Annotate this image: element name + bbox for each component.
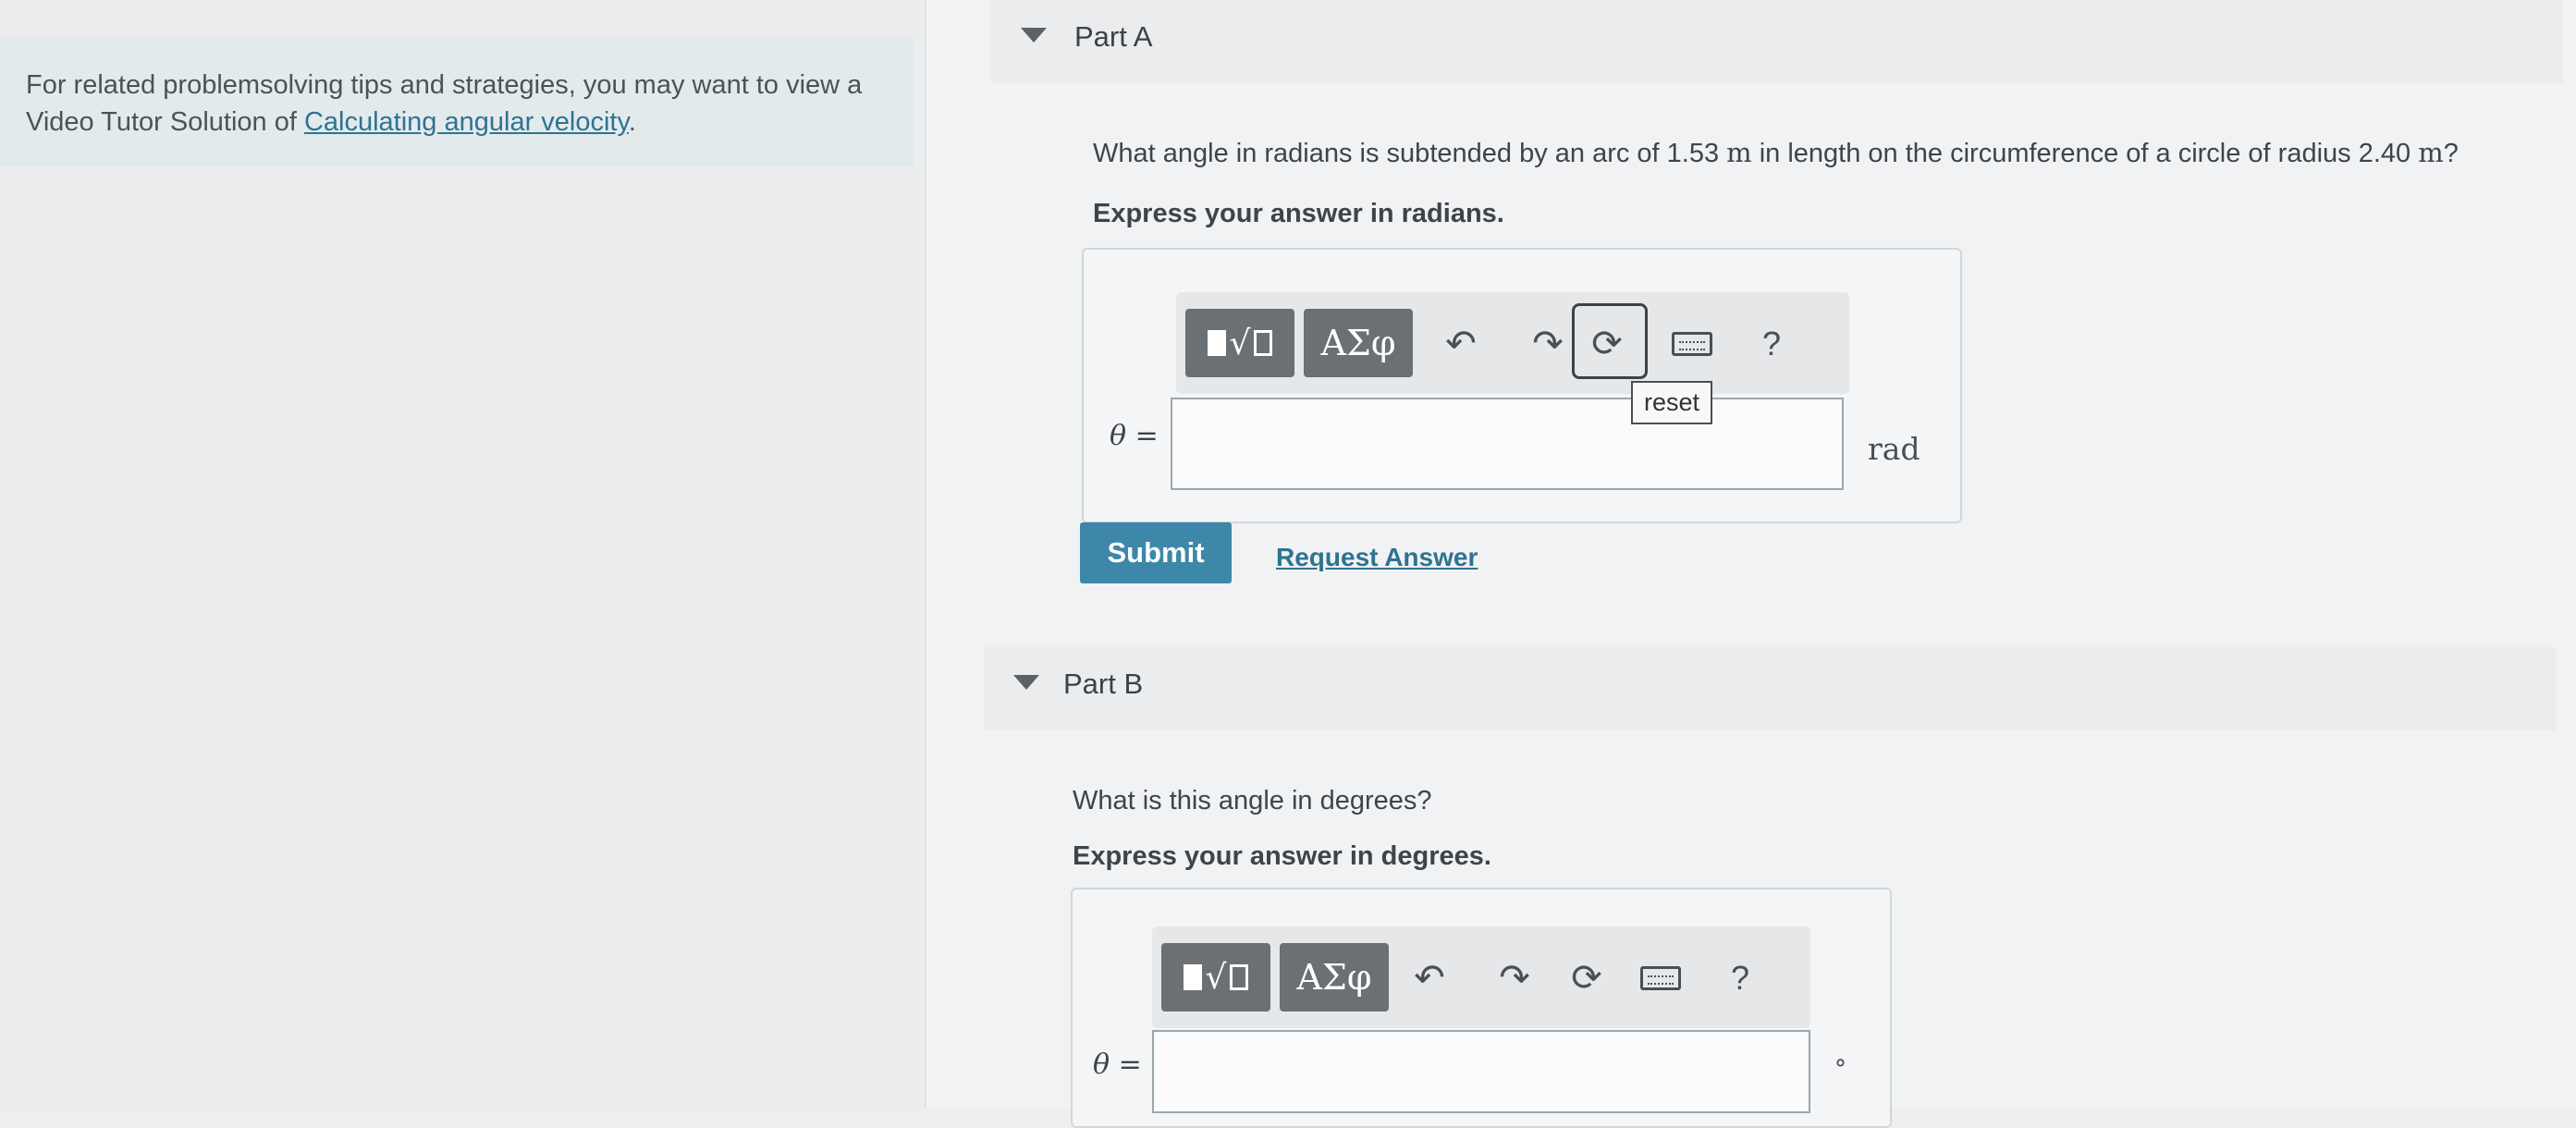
part-b-title: Part B: [1063, 668, 1144, 700]
templates-button[interactable]: √: [1185, 309, 1294, 377]
redo-icon[interactable]: ↷: [1487, 950, 1542, 1006]
main-content: Part A What angle in radians is subtende…: [926, 0, 2576, 1128]
help-button-b[interactable]: ?: [1712, 950, 1768, 1006]
templates-button-b[interactable]: √: [1161, 943, 1270, 1012]
part-a-title: Part A: [1074, 20, 1153, 53]
question-end: ?: [2443, 139, 2459, 168]
undo-icon[interactable]: ↶: [1433, 316, 1489, 372]
redo-icon[interactable]: ↷: [1520, 316, 1576, 372]
undo-icon[interactable]: ↶: [1402, 950, 1457, 1006]
tip-box: For related problemsolving tips and stra…: [0, 37, 914, 166]
part-a-question: What angle in radians is subtended by an…: [1093, 137, 2459, 169]
collapse-caret-icon[interactable]: [1021, 28, 1047, 43]
part-a-unit: rad: [1868, 431, 1920, 467]
unit-m-2: m: [2418, 137, 2444, 168]
submit-label: Submit: [1107, 536, 1205, 569]
part-a-toolbar: √ ΑΣφ ↶ ↷ ⟳ ?: [1176, 292, 1849, 394]
help-label: ?: [1761, 325, 1782, 362]
question-text-2: in length on the circumference of a circ…: [1751, 139, 2419, 168]
part-b-question: What is this angle in degrees?: [1073, 786, 1432, 815]
reset-icon[interactable]: ⟳: [1559, 950, 1614, 1006]
collapse-caret-icon[interactable]: [1013, 675, 1039, 690]
unit-m: m: [1726, 137, 1752, 168]
keyboard-icon[interactable]: [1633, 950, 1688, 1006]
greek-symbols-button[interactable]: ΑΣφ: [1304, 309, 1413, 377]
keyboard-icon[interactable]: [1664, 316, 1720, 372]
fraction-root-icon: √: [1207, 325, 1273, 362]
help-button[interactable]: ?: [1744, 316, 1799, 372]
equals-sign-b: =: [1110, 1048, 1142, 1081]
part-b-toolbar: √ ΑΣφ ↶ ↷ ⟳ ?: [1152, 926, 1810, 1028]
video-tutor-link[interactable]: Calculating angular velocity: [304, 107, 629, 137]
part-a-variable: θ =: [1110, 420, 1159, 452]
reset-icon: ⟳: [1591, 324, 1623, 364]
part-a-answer-input[interactable]: [1171, 398, 1844, 490]
request-answer-link[interactable]: Request Answer: [1276, 543, 1478, 572]
equals-sign: =: [1126, 420, 1159, 452]
fraction-root-icon: √: [1183, 959, 1249, 997]
reset-tooltip: reset: [1631, 381, 1713, 424]
theta-symbol: θ: [1110, 420, 1127, 452]
left-panel: For related problemsolving tips and stra…: [0, 0, 925, 1109]
part-b-unit: °: [1834, 1056, 1846, 1084]
part-b-answer-box: √ ΑΣφ ↶ ↷ ⟳ ? θ = °: [1071, 888, 1892, 1128]
part-a-instruction: Express your answer in radians.: [1093, 199, 1504, 228]
question-text-1: What angle in radians is subtended by an…: [1093, 139, 1727, 168]
tip-suffix: .: [628, 107, 636, 137]
part-b-instruction: Express your answer in degrees.: [1073, 841, 1491, 871]
greek-symbols-button-b[interactable]: ΑΣφ: [1280, 943, 1389, 1012]
part-b-header[interactable]: Part B: [984, 647, 2556, 730]
part-b-variable: θ =: [1093, 1048, 1142, 1081]
greek-label: ΑΣφ: [1320, 323, 1396, 363]
part-a-header[interactable]: Part A: [991, 0, 2563, 83]
greek-label-b: ΑΣφ: [1296, 957, 1372, 998]
part-a-answer-box: √ ΑΣφ ↶ ↷ ⟳ ? θ = rad: [1082, 248, 1962, 523]
theta-symbol-b: θ: [1093, 1048, 1110, 1081]
part-b-answer-input[interactable]: [1152, 1030, 1810, 1113]
submit-button[interactable]: Submit: [1080, 522, 1232, 583]
help-label-b: ?: [1730, 959, 1750, 997]
